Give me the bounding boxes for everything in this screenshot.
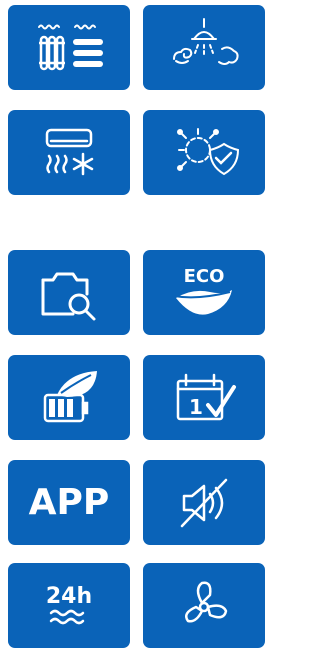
eco-battery-leaf-icon [43, 370, 97, 422]
app-label-icon: APP [28, 482, 110, 523]
tile-app: APP [8, 460, 130, 545]
shower-steam-icon [173, 17, 239, 65]
calendar-check-icon: 1 [176, 373, 236, 420]
tile-fan [143, 563, 265, 648]
tile-24h: 24h [8, 563, 130, 648]
tile-shower-steam [143, 5, 265, 90]
tile-antivirus-shield [143, 110, 265, 195]
tile-radiator-towel [8, 5, 130, 90]
tile-mute [143, 460, 265, 545]
fan-icon [185, 581, 228, 623]
mute-speaker-icon [180, 478, 228, 527]
antivirus-shield-icon [177, 127, 240, 175]
eco-leaf-icon: ECO [173, 266, 232, 315]
eco-label: ECO [184, 266, 225, 287]
air-conditioner-heat-cool-icon [45, 128, 94, 175]
icon-grid: ECO 1 APP 24h [0, 0, 265, 648]
tile-eco-leaf: ECO [143, 250, 265, 335]
tile-calendar-check: 1 [143, 355, 265, 440]
calendar-day: 1 [189, 395, 203, 419]
tile-air-conditioner [8, 110, 130, 195]
24h-label: 24h [46, 584, 92, 609]
tile-camera-inspect [8, 250, 130, 335]
24h-water-icon: 24h [46, 584, 92, 624]
radiator-towel-dryer-icon [38, 24, 103, 70]
tile-eco-battery [8, 355, 130, 440]
camera-inspect-icon [41, 272, 96, 320]
